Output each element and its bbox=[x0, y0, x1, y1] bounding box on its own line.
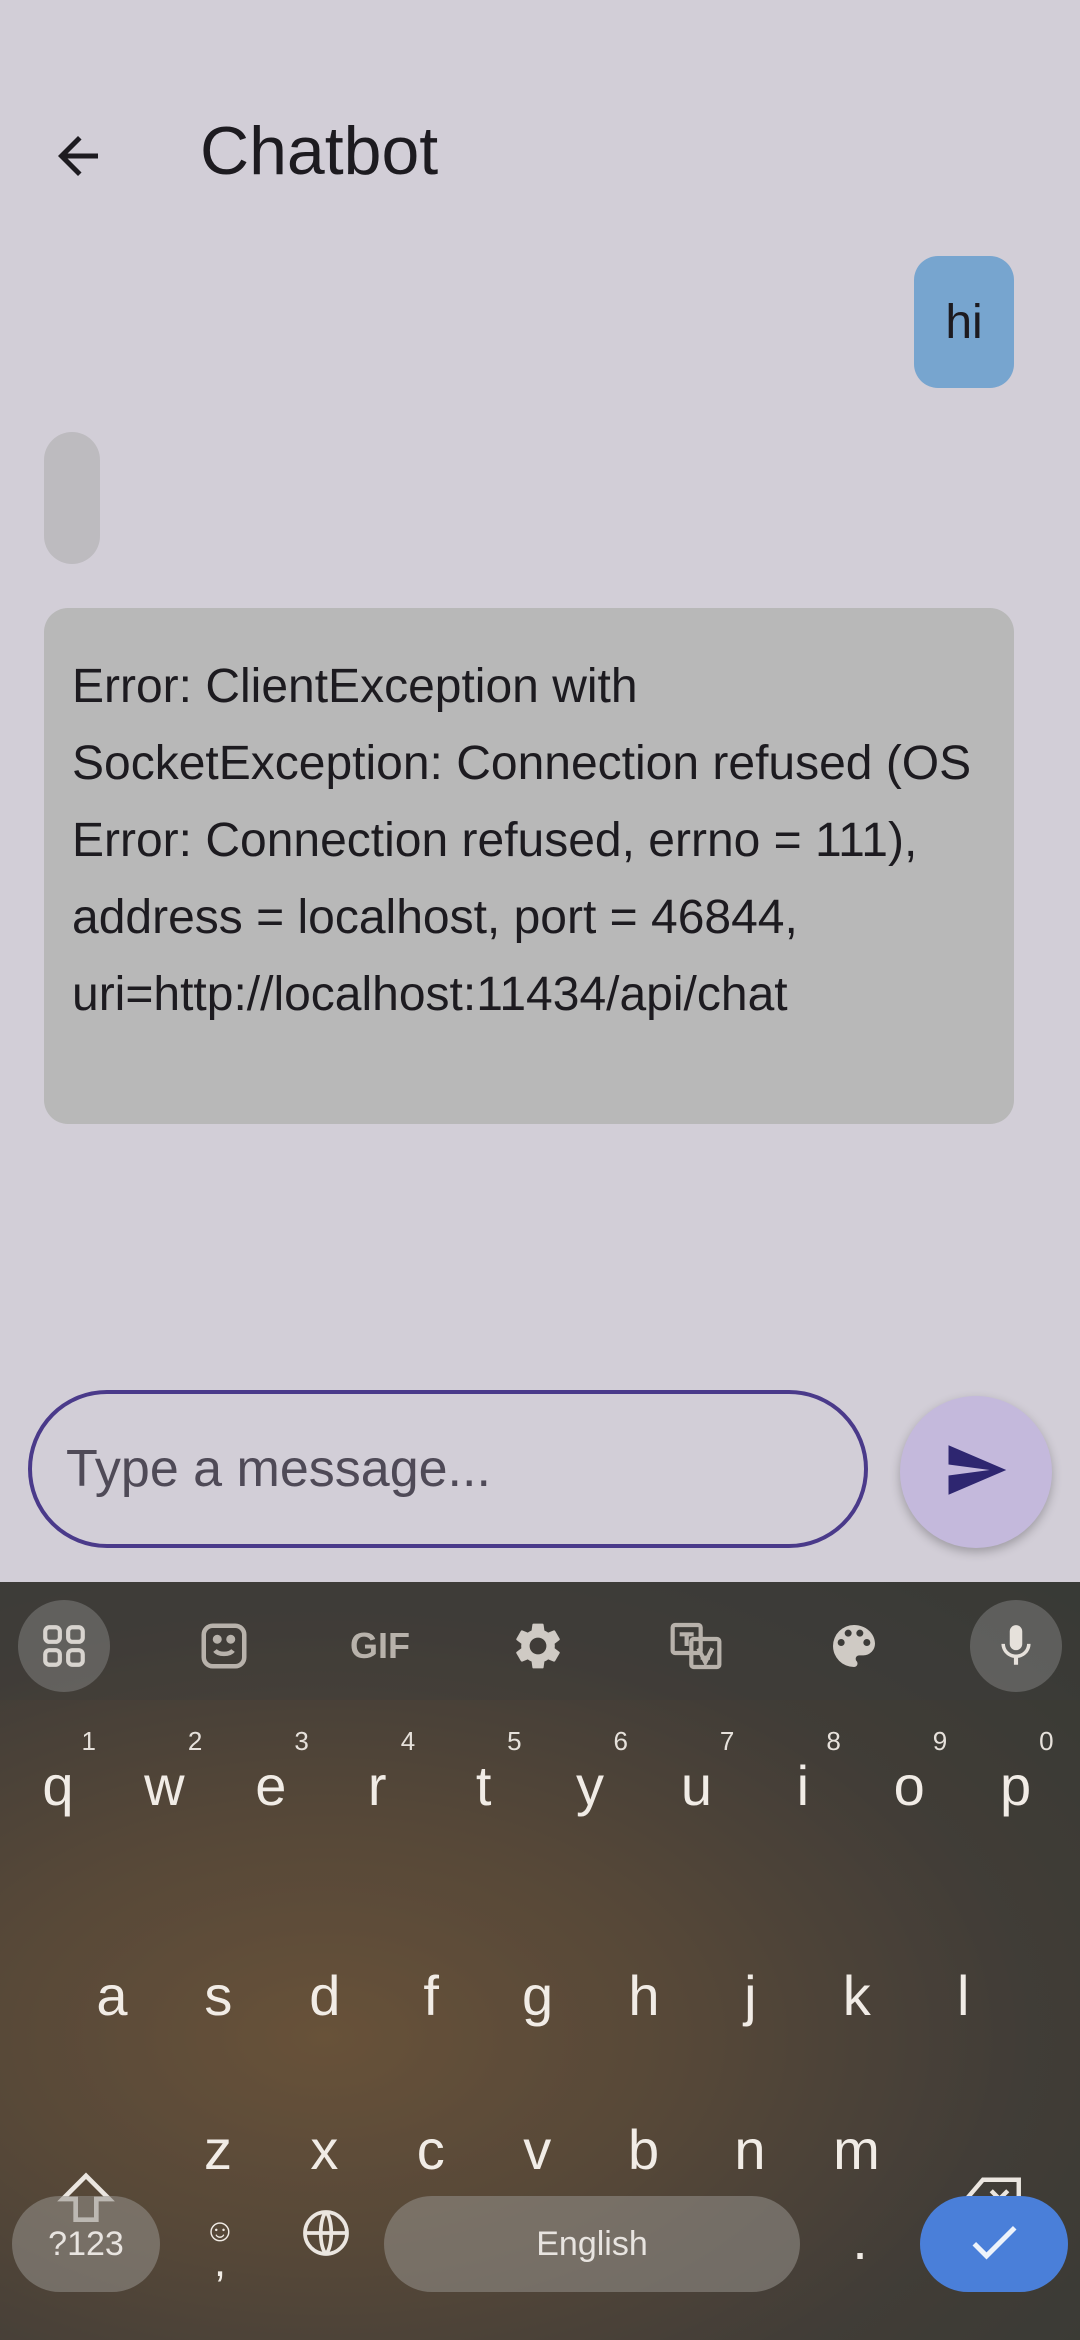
key-i[interactable]: i8 bbox=[753, 1726, 853, 1840]
key-hint-number: 6 bbox=[613, 1726, 628, 1756]
key-j[interactable]: j bbox=[700, 1940, 800, 2050]
key-w[interactable]: w2 bbox=[114, 1726, 214, 1840]
key-l[interactable]: l bbox=[913, 1940, 1013, 2050]
bot-message-bubble-empty bbox=[44, 432, 100, 564]
globe-key[interactable] bbox=[276, 2184, 376, 2294]
key-label: u bbox=[680, 1753, 712, 1817]
enter-key[interactable] bbox=[920, 2196, 1068, 2292]
palette-icon[interactable] bbox=[808, 1600, 900, 1692]
key-s[interactable]: s bbox=[168, 1940, 268, 2050]
emoji-comma-key[interactable]: ☺ , bbox=[170, 2212, 270, 2286]
key-b[interactable]: b bbox=[594, 2094, 694, 2204]
space-bar[interactable]: English bbox=[384, 2196, 800, 2292]
key-hint-number: 4 bbox=[400, 1726, 416, 1756]
key-v[interactable]: v bbox=[487, 2094, 587, 2204]
key-label: t bbox=[475, 1753, 492, 1817]
user-message-bubble: hi bbox=[914, 256, 1014, 388]
key-q[interactable]: q1 bbox=[8, 1726, 108, 1840]
message-input[interactable] bbox=[64, 1438, 864, 1500]
key-label: w bbox=[144, 1753, 185, 1817]
symbols-key[interactable]: ?123 bbox=[12, 2196, 160, 2292]
key-hint-number: 7 bbox=[719, 1726, 735, 1756]
bot-error-message-bubble: Error: ClientException with SocketExcept… bbox=[44, 608, 1014, 1124]
key-hint-number: 2 bbox=[187, 1726, 203, 1756]
message-input-container[interactable] bbox=[28, 1390, 868, 1548]
gear-icon[interactable] bbox=[492, 1600, 584, 1692]
key-g[interactable]: g bbox=[488, 1940, 588, 2050]
comma-label: , bbox=[213, 2237, 227, 2286]
key-h[interactable]: h bbox=[594, 1940, 694, 2050]
mic-icon[interactable] bbox=[970, 1600, 1062, 1692]
key-c[interactable]: c bbox=[381, 2094, 481, 2204]
key-k[interactable]: k bbox=[807, 1940, 907, 2050]
key-label: e bbox=[255, 1753, 287, 1817]
key-label: r bbox=[367, 1753, 387, 1817]
keyboard: GIF q1w2e3r4t5y6u7i8o9p0 asdfghjkl zxcvb… bbox=[0, 1582, 1080, 2340]
key-r[interactable]: r4 bbox=[327, 1726, 427, 1840]
key-hint-number: 8 bbox=[826, 1726, 841, 1756]
key-label: q bbox=[42, 1753, 74, 1817]
key-o[interactable]: o9 bbox=[859, 1726, 959, 1840]
key-f[interactable]: f bbox=[381, 1940, 481, 2050]
period-key[interactable]: . bbox=[810, 2184, 910, 2294]
key-label: i bbox=[796, 1753, 810, 1817]
key-label: o bbox=[893, 1753, 925, 1817]
key-a[interactable]: a bbox=[62, 1940, 162, 2050]
keyboard-toolbar: GIF bbox=[0, 1582, 1080, 1700]
key-t[interactable]: t5 bbox=[434, 1726, 534, 1840]
check-icon bbox=[964, 2212, 1024, 2277]
translate-icon[interactable] bbox=[650, 1600, 742, 1692]
sticker-icon[interactable] bbox=[178, 1600, 270, 1692]
key-u[interactable]: u7 bbox=[646, 1726, 746, 1840]
key-z[interactable]: z bbox=[168, 2094, 268, 2204]
arrow-left-icon[interactable] bbox=[48, 126, 108, 186]
key-d[interactable]: d bbox=[275, 1940, 375, 2050]
key-hint-number: 1 bbox=[81, 1726, 96, 1756]
key-p[interactable]: p0 bbox=[966, 1726, 1066, 1840]
key-n[interactable]: n bbox=[700, 2094, 800, 2204]
globe-icon bbox=[298, 2205, 354, 2274]
key-hint-number: 9 bbox=[932, 1726, 948, 1756]
key-hint-number: 3 bbox=[294, 1726, 309, 1756]
key-hint-number: 5 bbox=[507, 1726, 522, 1756]
send-icon bbox=[943, 1437, 1009, 1508]
gif-icon[interactable]: GIF bbox=[334, 1600, 426, 1692]
key-y[interactable]: y6 bbox=[540, 1726, 640, 1840]
key-label: p bbox=[1000, 1753, 1032, 1817]
page-title: Chatbot bbox=[200, 113, 439, 189]
send-button[interactable] bbox=[900, 1396, 1052, 1548]
app-bar: Chatbot bbox=[0, 0, 1080, 250]
key-e[interactable]: e3 bbox=[221, 1726, 321, 1840]
key-label: y bbox=[576, 1753, 604, 1817]
grid-icon[interactable] bbox=[18, 1600, 110, 1692]
key-hint-number: 0 bbox=[1039, 1726, 1054, 1756]
